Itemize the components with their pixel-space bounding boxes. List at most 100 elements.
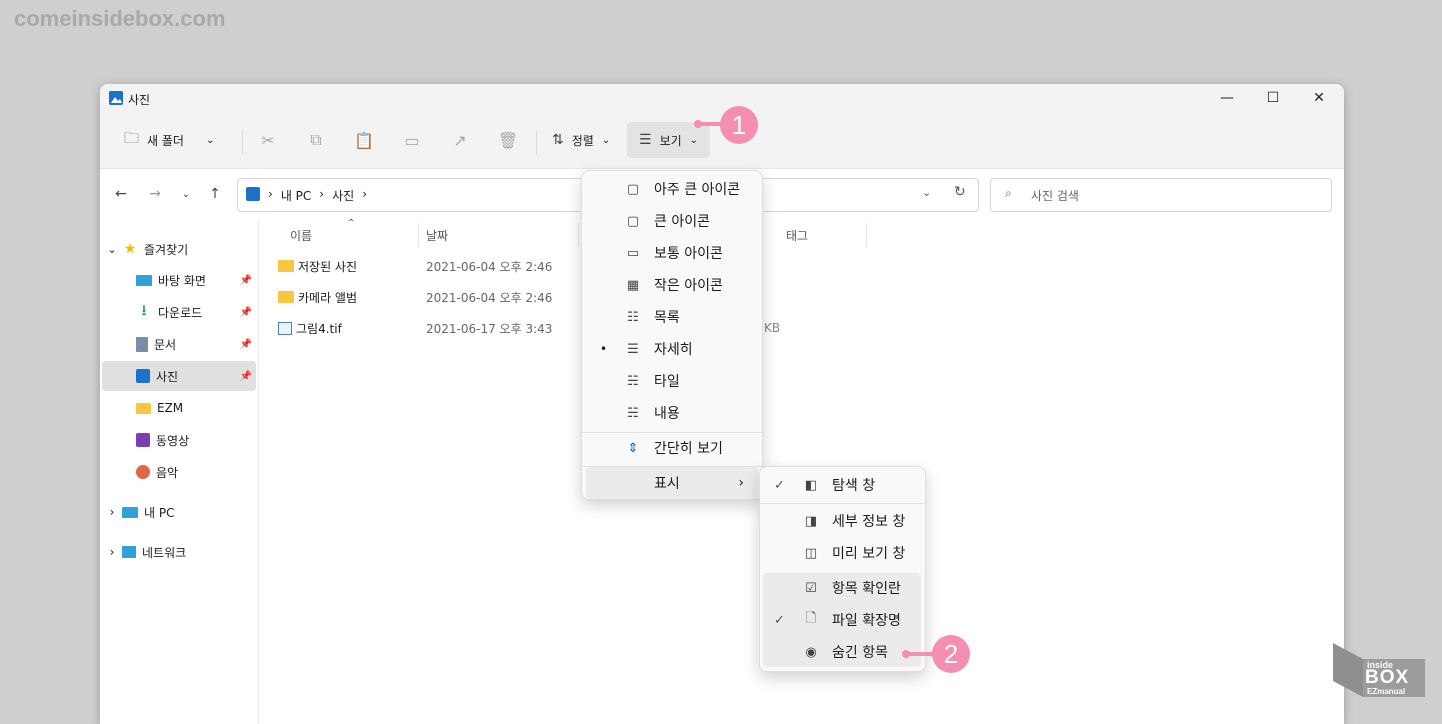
search-icon: ⌕ xyxy=(1005,186,1012,200)
file-row[interactable]: 그림4.tif xyxy=(278,318,342,338)
column-divider[interactable] xyxy=(578,223,579,247)
sidebar-item-ezm[interactable]: EZM xyxy=(102,393,256,423)
file-date: 2021-06-04 오후 2:46 xyxy=(426,290,553,305)
pin-icon[interactable]: 📌 xyxy=(240,339,252,350)
content-icon: ☵ xyxy=(627,405,639,421)
file-date: 2021-06-17 오후 3:43 xyxy=(426,321,553,336)
copy-icon[interactable]: ⧉ xyxy=(306,130,326,150)
sidebar-this-pc[interactable]: › 내 PC xyxy=(102,497,256,527)
sidebar-item-downloads[interactable]: ⭳ 다운로드 📌 xyxy=(102,297,256,327)
minimize-icon[interactable]: — xyxy=(1204,84,1250,112)
search-box[interactable]: ⌕ 사진 검색 xyxy=(990,178,1332,212)
window-title: 사진 xyxy=(128,93,151,107)
menu-item-details-pane[interactable]: ◨ 세부 정보 창 xyxy=(760,505,925,537)
column-header-date[interactable]: 날짜 xyxy=(426,227,448,244)
menu-item-list[interactable]: ☷ 목록 xyxy=(582,301,762,333)
callout-dot xyxy=(694,120,702,128)
search-placeholder: 사진 검색 xyxy=(1031,189,1079,203)
sidebar-favorites[interactable]: ⌄ ★ 즐겨찾기 xyxy=(102,234,256,264)
new-folder-button[interactable]: 🗀 새 폴더 ⌄ xyxy=(116,122,222,158)
pin-icon[interactable]: 📌 xyxy=(240,371,252,382)
sidebar-item-label: 동영상 xyxy=(156,433,190,448)
chevron-right-icon: › xyxy=(738,475,744,491)
menu-item-compact-view[interactable]: ⇕ 간단히 보기 xyxy=(582,432,762,464)
show-submenu: ✓ ◧ 탐색 창 ◨ 세부 정보 창 ◫ 미리 보기 창 ☑ 항목 확인란 ✓ 🗋 파일 … xyxy=(759,466,926,672)
maximize-icon[interactable]: ☐ xyxy=(1250,84,1296,112)
share-icon[interactable]: ↗ xyxy=(450,130,470,150)
sidebar-this-pc-label: 내 PC xyxy=(144,505,175,520)
sidebar-item-pictures[interactable]: 사진 📌 xyxy=(102,361,256,391)
menu-item-navigation-pane[interactable]: ✓ ◧ 탐색 창 xyxy=(760,469,925,501)
extra-large-icons-icon: ▢ xyxy=(626,181,640,197)
up-icon[interactable]: ↑ xyxy=(205,184,225,204)
sort-button[interactable]: ⇅ 정렬 ⌄ xyxy=(544,122,618,158)
pictures-icon xyxy=(136,369,150,383)
menu-item-show[interactable]: 표시 › xyxy=(586,467,758,499)
menu-item-preview-pane[interactable]: ◫ 미리 보기 창 xyxy=(760,537,925,569)
sidebar-item-videos[interactable]: 동영상 xyxy=(102,425,256,455)
breadcrumb-this-pc[interactable]: 내 PC xyxy=(281,187,311,204)
menu-item-file-extensions[interactable]: ✓ 🗋 파일 확장명 xyxy=(760,604,925,636)
close-icon[interactable]: ✕ xyxy=(1296,84,1342,112)
sidebar-item-documents[interactable]: 문서 📌 xyxy=(102,329,256,359)
navigation-pane-icon: ◧ xyxy=(804,477,818,493)
pane-divider xyxy=(258,220,259,724)
menu-item-large-icons[interactable]: ▢ 큰 아이콘 xyxy=(582,205,762,237)
sidebar-item-music[interactable]: 음악 xyxy=(102,457,256,487)
checkmark-icon: ✓ xyxy=(774,612,785,628)
pin-icon[interactable]: 📌 xyxy=(240,275,252,286)
rename-icon[interactable]: ▭ xyxy=(402,130,422,150)
sort-ascending-icon: ⌃ xyxy=(347,218,356,229)
menu-item-details[interactable]: • ☰ 자세히 xyxy=(582,333,762,365)
menu-item-label: 보통 아이콘 xyxy=(654,246,723,262)
file-name: 그림4.tif xyxy=(296,321,342,336)
menu-item-hidden-items[interactable]: ◉ 숨긴 항목 xyxy=(760,636,925,668)
chevron-right-icon: › xyxy=(109,505,115,519)
menu-item-item-checkboxes[interactable]: ☑ 항목 확인란 xyxy=(760,572,925,604)
sidebar-network[interactable]: › 네트워크 xyxy=(102,537,256,567)
paste-icon[interactable]: 📋 xyxy=(354,130,374,150)
step-badge-2: 2 xyxy=(932,635,970,673)
folder-icon xyxy=(136,402,151,414)
menu-item-small-icons[interactable]: ▦ 작은 아이콘 xyxy=(582,269,762,301)
menu-item-label: 타일 xyxy=(654,374,680,390)
star-icon: ★ xyxy=(123,241,137,257)
folder-icon xyxy=(278,260,294,272)
pin-icon[interactable]: 📌 xyxy=(240,307,252,318)
file-row[interactable]: 저장된 사진 xyxy=(278,256,357,276)
tiles-icon: ☵ xyxy=(627,373,639,389)
file-row[interactable]: 카메라 앨범 xyxy=(278,287,357,307)
cut-icon[interactable]: ✂ xyxy=(258,130,278,150)
menu-divider xyxy=(760,503,925,504)
menu-item-extra-large-icons[interactable]: ▢ 아주 큰 아이콘 xyxy=(582,173,762,205)
sidebar-item-desktop[interactable]: 바탕 화면 📌 xyxy=(102,265,256,295)
menu-item-label: 간단히 보기 xyxy=(654,441,723,457)
back-icon[interactable]: ← xyxy=(111,184,131,204)
refresh-icon[interactable]: ↻ xyxy=(954,184,966,200)
folder-icon xyxy=(278,291,294,303)
breadcrumb-separator: › xyxy=(319,187,325,201)
callout-dot xyxy=(902,650,910,658)
chevron-right-icon: › xyxy=(109,545,115,559)
column-divider[interactable] xyxy=(418,223,419,247)
file-date: 2021-06-04 오후 2:46 xyxy=(426,259,553,274)
site-watermark: comeinsidebox.com xyxy=(14,6,226,31)
column-header-name[interactable]: 이름 xyxy=(290,227,312,244)
breadcrumb-pictures[interactable]: 사진 xyxy=(332,187,354,204)
sidebar-item-label: 음악 xyxy=(156,465,179,480)
view-label: 보기 xyxy=(659,133,682,148)
chevron-down-icon: ⌄ xyxy=(689,134,699,146)
column-header-tags[interactable]: 태그 xyxy=(786,227,808,244)
address-history-icon[interactable]: ⌄ xyxy=(922,186,931,199)
breadcrumb: › 내 PC › 사진 › xyxy=(268,187,367,204)
insidebox-logo: inside BOX EZmanual xyxy=(1333,639,1425,697)
recent-locations-icon[interactable]: ⌄ xyxy=(176,184,196,204)
column-divider[interactable] xyxy=(866,223,867,247)
menu-item-medium-icons[interactable]: ▭ 보통 아이콘 xyxy=(582,237,762,269)
delete-icon[interactable]: 🗑 xyxy=(498,130,518,150)
menu-item-tiles[interactable]: ☵ 타일 xyxy=(582,365,762,397)
forward-icon[interactable]: → xyxy=(145,184,165,204)
sort-label: 정렬 xyxy=(571,133,594,148)
sidebar-item-label: 문서 xyxy=(154,337,177,352)
menu-item-content[interactable]: ☵ 내용 xyxy=(582,397,762,429)
